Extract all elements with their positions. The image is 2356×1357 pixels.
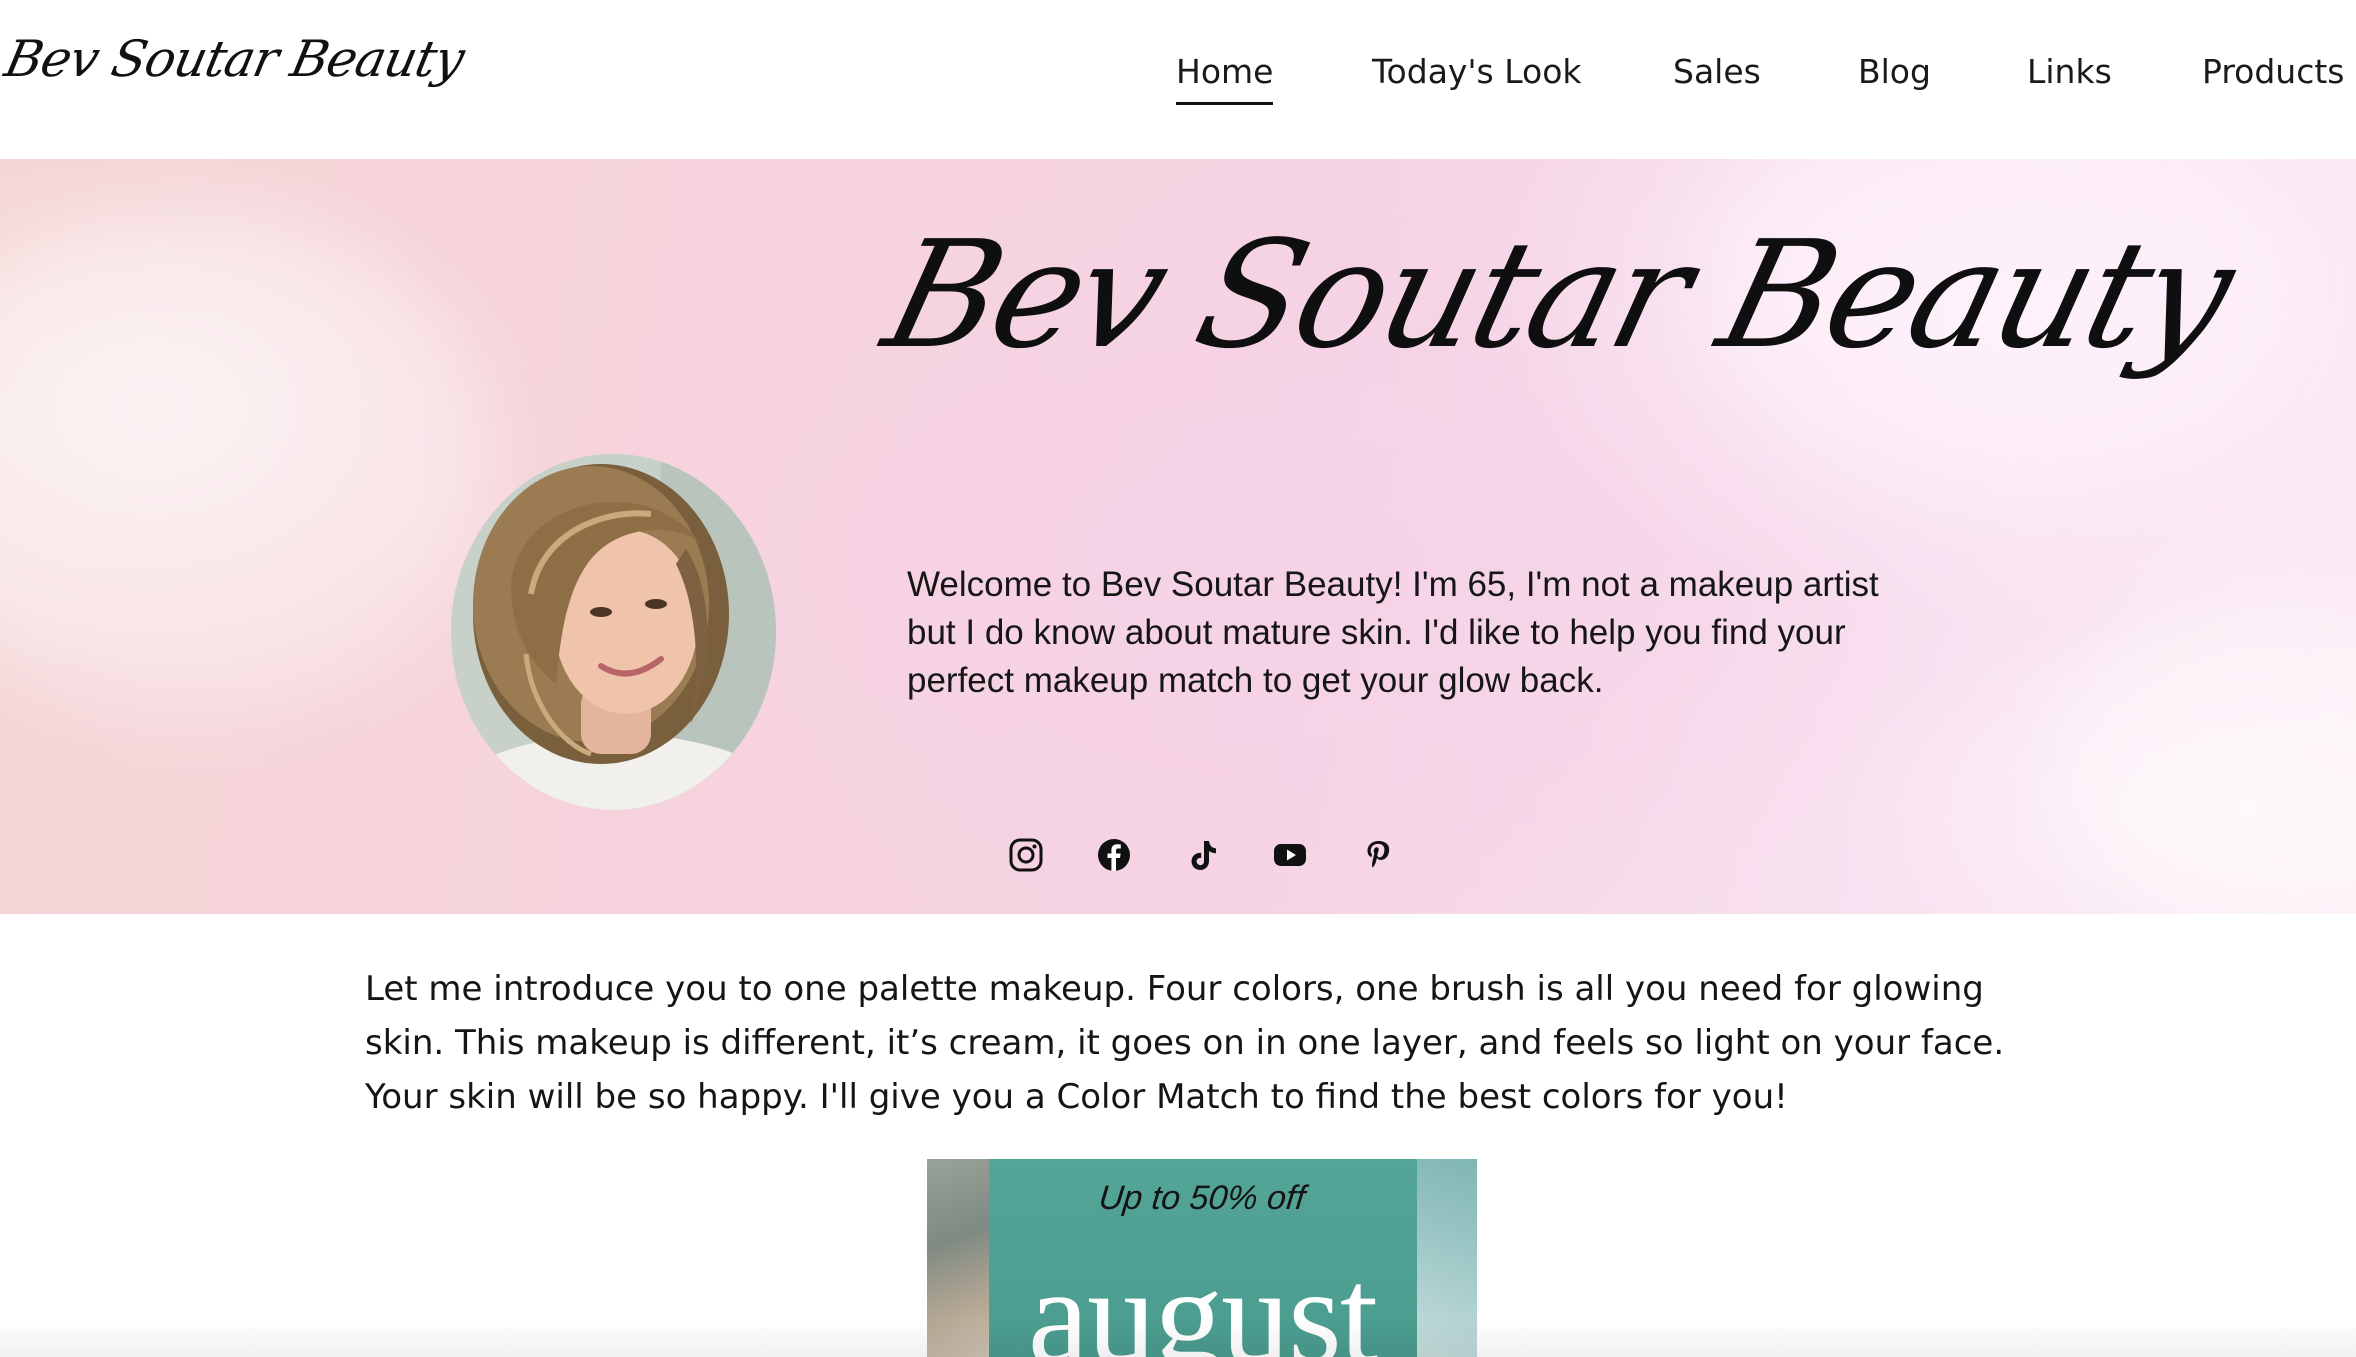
nav-blog[interactable]: Blog bbox=[1858, 52, 1931, 91]
hero-title: Bev Soutar Beauty bbox=[870, 209, 2247, 381]
instagram-icon[interactable] bbox=[1008, 837, 1044, 873]
social-links bbox=[1008, 837, 1396, 877]
hero-section: Bev Soutar Beauty Welcome to Bev Soutar … bbox=[0, 159, 2356, 914]
promo-headline: august bbox=[1027, 1239, 1378, 1357]
nav-sales[interactable]: Sales bbox=[1673, 52, 1761, 91]
hero-background-cloud bbox=[2050, 579, 2356, 914]
youtube-icon[interactable] bbox=[1272, 837, 1308, 873]
pinterest-icon[interactable] bbox=[1360, 837, 1396, 873]
hero-background-cloud bbox=[0, 219, 500, 719]
nav-todays-look[interactable]: Today's Look bbox=[1372, 52, 1582, 91]
nav-products[interactable]: Products bbox=[2202, 52, 2345, 91]
welcome-text: Welcome to Bev Soutar Beauty! I'm 65, I'… bbox=[907, 565, 1879, 700]
profile-photo bbox=[451, 454, 776, 810]
promo-subtitle: Up to 50% off bbox=[1097, 1179, 1308, 1217]
nav-home[interactable]: Home bbox=[1176, 52, 1274, 105]
nav-links[interactable]: Links bbox=[2027, 52, 2112, 91]
site-header: Bev Soutar Beauty Home Today's Look Sale… bbox=[0, 0, 2356, 159]
main-nav: Home Today's Look Sales Blog Links Produ… bbox=[0, 0, 2356, 159]
tiktok-icon[interactable] bbox=[1184, 837, 1220, 873]
intro-text: Let me introduce you to one palette make… bbox=[365, 969, 2005, 1117]
promo-banner[interactable]: Up to 50% off august bbox=[927, 1159, 1477, 1357]
facebook-icon[interactable] bbox=[1096, 837, 1132, 873]
